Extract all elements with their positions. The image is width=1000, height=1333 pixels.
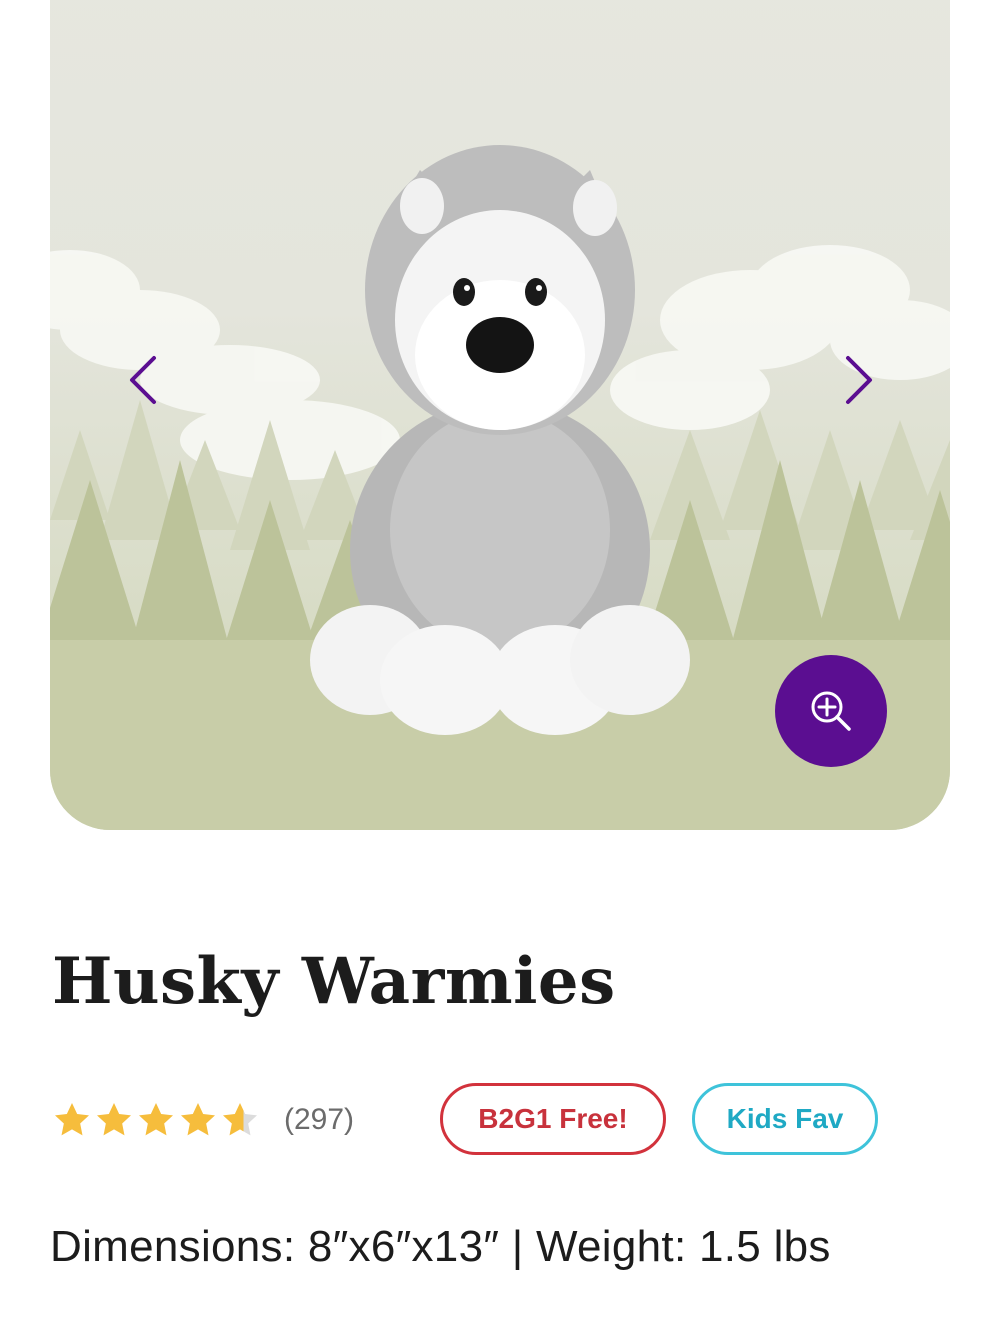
chevron-left-icon [130, 356, 156, 404]
zoom-in-icon [811, 691, 851, 731]
star-icon [97, 1103, 131, 1136]
star-icon [139, 1103, 173, 1136]
review-count[interactable]: (297) [284, 1103, 354, 1137]
gallery-prev-button[interactable] [122, 350, 172, 410]
star-icon [181, 1103, 215, 1136]
promo-badge-kids-fav[interactable]: Kids Fav [692, 1083, 878, 1155]
product-title: Husky Warmies [52, 944, 616, 1019]
product-rating[interactable]: (297) [52, 1100, 354, 1140]
gallery-next-button[interactable] [830, 350, 880, 410]
zoom-button[interactable] [775, 655, 887, 767]
rating-stars [52, 1100, 260, 1140]
promo-badge-b2g1[interactable]: B2G1 Free! [440, 1083, 666, 1155]
product-image-gallery[interactable] [50, 0, 950, 830]
chevron-right-icon [846, 356, 872, 404]
star-icon [55, 1103, 89, 1136]
star-half-icon [223, 1103, 257, 1136]
product-specs: Dimensions: 8″x6″x13″ | Weight: 1.5 lbs [50, 1222, 831, 1271]
